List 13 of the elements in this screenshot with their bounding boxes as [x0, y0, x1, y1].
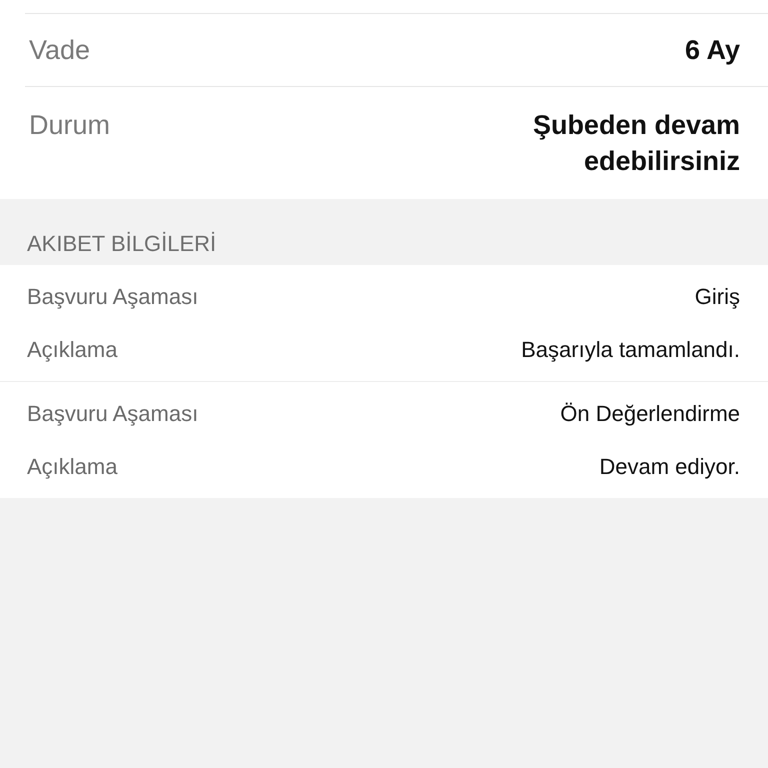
detail-label: Durum — [29, 109, 110, 142]
stage-value: Giriş — [694, 283, 740, 310]
stage-label: Başvuru Aşaması — [27, 400, 198, 427]
detail-value: Şubeden devam edebilirsiniz — [532, 109, 740, 178]
detail-label: Vade — [29, 34, 90, 67]
stage-label: Açıklama — [27, 336, 118, 363]
stage-value: Devam ediyor. — [599, 453, 740, 480]
stage-value: Başarıyla tamamlandı. — [521, 336, 740, 363]
section-title: AKIBET BİLGİLERİ — [26, 230, 218, 258]
stage-label: Açıklama — [27, 453, 118, 480]
stage-label: Başvuru Aşaması — [27, 283, 198, 310]
detail-value: 6 Ay — [684, 34, 740, 67]
stage-value: Ön Değerlendirme — [560, 400, 740, 427]
